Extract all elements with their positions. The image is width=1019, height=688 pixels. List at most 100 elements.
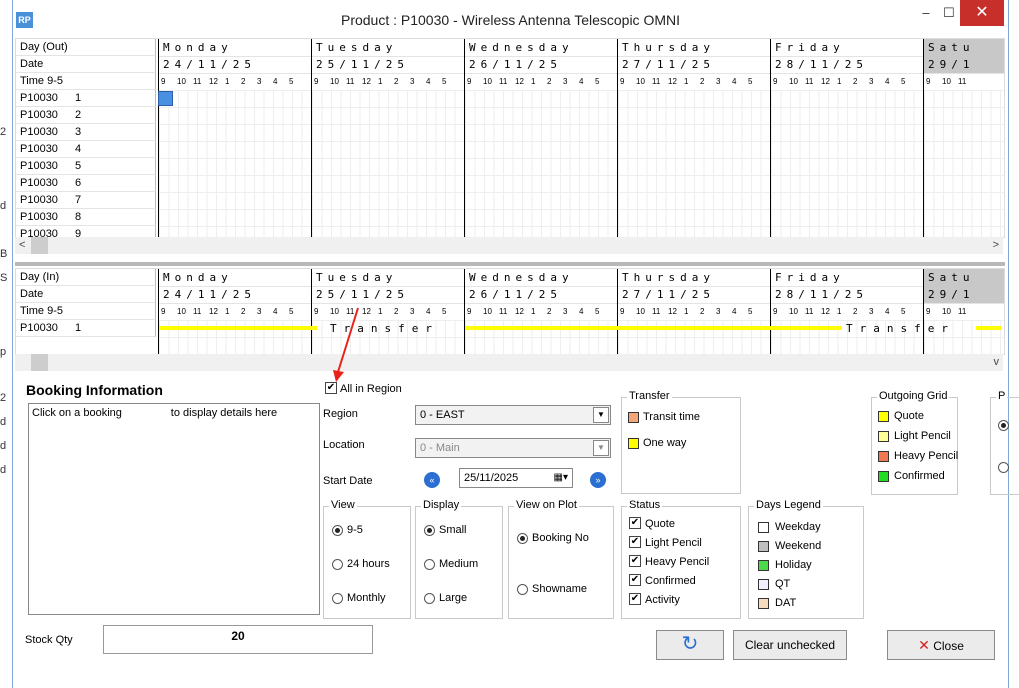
hour-tick: 9 [161, 77, 166, 86]
chevron-down-icon[interactable]: ▼ [593, 407, 609, 423]
hour-tick: 12 [821, 77, 830, 86]
cell-grid[interactable] [312, 90, 465, 237]
outgoing-label: Heavy Pencil [894, 450, 959, 462]
status-checkbox[interactable]: ✔ [629, 593, 641, 605]
view-on-plot-radio[interactable] [517, 533, 528, 544]
day-name: Thursday [618, 269, 771, 287]
hour-tick: 10 [177, 307, 186, 316]
cell-grid[interactable] [465, 90, 618, 237]
close-button[interactable]: ✕ Close [887, 630, 995, 660]
view-radio[interactable] [332, 593, 343, 604]
hour-tick: 11 [958, 77, 967, 86]
clipped-radio[interactable] [998, 462, 1009, 473]
status-checkbox[interactable]: ✔ [629, 555, 641, 567]
row-label[interactable]: P10030 6 [16, 175, 156, 192]
status-checkbox[interactable]: ✔ [629, 536, 641, 548]
day-name: Monday [159, 39, 312, 57]
hour-tick: 5 [901, 77, 906, 86]
calendar-icon[interactable]: ▦▾ [554, 469, 568, 487]
bg-text: d [0, 464, 7, 476]
hour-tick: 4 [579, 77, 584, 86]
clipped-radio[interactable] [998, 420, 1009, 431]
hour-tick: 3 [716, 307, 721, 316]
next-date-icon[interactable]: » [590, 472, 606, 488]
in-booking-grid[interactable]: Day (In) Date Time 9-5 P10030 1 Monday 24/11/… [15, 268, 1005, 355]
hour-tick: 9 [314, 77, 319, 86]
hour-row: 9 10 11 12 1 2 3 4 5 [771, 303, 924, 321]
view-radio[interactable] [332, 559, 343, 570]
outgoing-swatch [878, 471, 889, 482]
stock-qty-label: Stock Qty [25, 634, 73, 646]
scroll-down-icon[interactable]: v [994, 356, 1000, 368]
outgoing-grid-legend: Outgoing Grid Quote Light Pencil Heavy Pen… [871, 390, 959, 495]
chevron-down-icon[interactable]: ▼ [593, 440, 609, 456]
status-title: Status [627, 499, 663, 511]
row-label[interactable]: P10030 2 [16, 107, 156, 124]
scroll-right-icon[interactable]: > [993, 239, 999, 251]
hour-tick: 1 [378, 77, 383, 86]
row-label[interactable]: P10030 1 [16, 90, 156, 107]
row-number: 2 [75, 109, 82, 121]
row-label[interactable]: P10030 8 [16, 209, 156, 226]
hour-tick: 11 [193, 307, 202, 316]
all-in-region-checkbox[interactable]: ✔ [325, 382, 337, 394]
hour-tick: 3 [563, 307, 568, 316]
view-on-plot-radio[interactable] [517, 584, 528, 595]
bg-text: d [0, 200, 7, 212]
out-horizontal-scrollbar[interactable]: < > [15, 237, 1003, 254]
hour-row: 9 10 11 [924, 303, 1004, 321]
view-radio[interactable] [332, 525, 343, 536]
hour-tick: 3 [869, 77, 874, 86]
row-label[interactable]: P10030 5 [16, 158, 156, 175]
scroll-thumb[interactable] [31, 354, 48, 371]
day-column: Tuesday 25/11/25 9 10 11 12 1 2 3 4 5 [311, 39, 465, 237]
row-label[interactable]: P10030 1 [16, 320, 156, 337]
outgoing-swatch [878, 411, 889, 422]
prev-date-icon[interactable]: « [424, 472, 440, 488]
clear-unchecked-button[interactable]: Clear unchecked [733, 630, 847, 660]
status-label: Light Pencil [645, 537, 702, 549]
grid-splitter[interactable] [15, 262, 1005, 266]
in-horizontal-scrollbar[interactable]: v [15, 354, 1003, 371]
hour-tick: 5 [748, 77, 753, 86]
display-radio[interactable] [424, 593, 435, 604]
transfer-label[interactable]: Transfer [842, 320, 955, 337]
cell-grid[interactable] [771, 90, 924, 237]
cell-grid[interactable] [159, 90, 312, 237]
row-label[interactable]: P10030 3 [16, 124, 156, 141]
hour-tick: 3 [410, 77, 415, 86]
out-booking-grid[interactable]: Day (Out) Date Time 9-5 P10030 1 P10030 2 P1003… [15, 38, 1005, 238]
close-button-label: Close [933, 639, 964, 653]
bg-text: 2 [0, 392, 7, 404]
status-checkbox[interactable]: ✔ [629, 517, 641, 529]
status-checkbox[interactable]: ✔ [629, 574, 641, 586]
cell-grid[interactable] [618, 90, 771, 237]
view-on-plot-title: View on Plot [514, 499, 579, 511]
transfer-bar[interactable] [976, 326, 1002, 330]
display-radio[interactable] [424, 525, 435, 536]
product-window: RP Product : P10030 - Wireless Antenna T… [12, 0, 1019, 688]
row-label[interactable]: P10030 7 [16, 192, 156, 209]
hour-tick: 2 [700, 307, 705, 316]
hour-tick: 11 [805, 77, 814, 86]
hour-tick: 2 [853, 77, 858, 86]
hour-tick: 9 [926, 307, 931, 316]
transfer-bar[interactable] [159, 326, 317, 330]
display-radio[interactable] [424, 559, 435, 570]
location-select[interactable]: 0 - Main ▼ [415, 438, 611, 458]
scroll-left-icon[interactable]: < [19, 239, 25, 251]
days-legend-group: Days Legend Weekday Weekend Holiday QT DAT [748, 499, 864, 619]
transfer-bar[interactable] [465, 326, 842, 330]
row-label[interactable]: P10030 4 [16, 141, 156, 158]
hour-tick: 12 [515, 77, 524, 86]
selected-cell[interactable] [158, 91, 173, 106]
refresh-button[interactable]: ↻ [656, 630, 724, 660]
window-close-button[interactable]: ✕ [960, 0, 1004, 26]
hour-tick: 12 [362, 307, 371, 316]
start-date-picker[interactable]: 25/11/2025 ▦▾ [459, 468, 573, 488]
scroll-thumb[interactable] [31, 237, 48, 254]
hour-tick: 9 [467, 307, 472, 316]
region-select[interactable]: 0 - EAST ▼ [415, 405, 611, 425]
cell-grid[interactable] [924, 90, 1004, 237]
hour-tick: 2 [853, 307, 858, 316]
